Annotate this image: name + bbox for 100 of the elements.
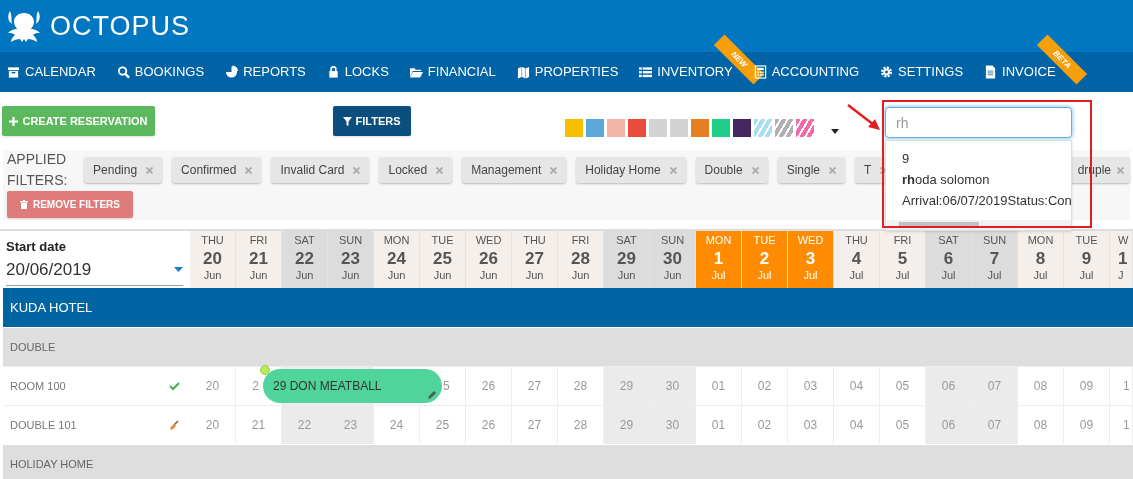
filter-chip[interactable]: Management: [462, 157, 567, 183]
day-number[interactable]: 03: [803, 377, 818, 395]
color-swatch[interactable]: [775, 119, 793, 137]
remove-filters-button[interactable]: REMOVE FILTERS: [7, 191, 133, 218]
day-number[interactable]: 29: [619, 416, 634, 434]
day-number[interactable]: 07: [987, 377, 1002, 395]
color-swatch[interactable]: [733, 119, 751, 137]
result-item[interactable]: Arrival:06/07/2019Status:Con: [902, 192, 1071, 210]
color-swatch[interactable]: [796, 119, 814, 137]
day-header: MON 1 Jul: [696, 231, 742, 288]
nav-link[interactable]: CALENDAR: [7, 62, 96, 82]
day-header: FRI 5 Jul: [880, 231, 926, 288]
day-number[interactable]: 30: [665, 377, 680, 395]
day-number[interactable]: 26: [481, 377, 496, 395]
day-number[interactable]: 06: [941, 416, 956, 434]
search-field[interactable]: rh: [885, 107, 1072, 138]
day-number[interactable]: 01: [711, 416, 726, 434]
color-swatch[interactable]: [607, 119, 625, 137]
day-number[interactable]: 30: [665, 416, 680, 434]
calculator-icon: [753, 65, 767, 79]
filters-button[interactable]: FILTERS: [333, 106, 411, 136]
day-number[interactable]: 29: [619, 377, 634, 395]
nav-link[interactable]: FINANCIAL: [409, 62, 496, 82]
nav-link[interactable]: PROPERTIES: [516, 62, 619, 82]
day-number[interactable]: 09: [1079, 377, 1094, 395]
day-number[interactable]: 24: [389, 416, 404, 434]
day-header: WED 3 Jul: [788, 231, 834, 288]
filter-chip[interactable]: Pending: [84, 157, 163, 183]
day-number[interactable]: 28: [573, 416, 588, 434]
day-header: FRI 28 Jun: [558, 231, 604, 288]
plus-icon: [9, 116, 19, 126]
color-swatch[interactable]: [628, 119, 646, 137]
day-number[interactable]: 21: [251, 416, 266, 434]
day-number[interactable]: 01: [711, 377, 726, 395]
day-number[interactable]: 05: [895, 377, 910, 395]
result-item[interactable]: 9: [902, 150, 1071, 168]
day-header: SUN 7 Jul: [972, 231, 1018, 288]
funnel-icon: [343, 116, 353, 126]
color-swatch[interactable]: [565, 119, 583, 137]
day-number[interactable]: 05: [895, 416, 910, 434]
day-number[interactable]: 04: [849, 416, 864, 434]
nav-link[interactable]: SETTINGS: [880, 62, 964, 82]
lock-icon: [326, 65, 340, 79]
color-swatch[interactable]: [754, 119, 772, 137]
color-swatch[interactable]: [712, 119, 730, 137]
color-swatch[interactable]: [670, 119, 688, 137]
nav-link[interactable]: BOOKINGS: [116, 62, 205, 82]
day-number[interactable]: 25: [435, 416, 450, 434]
filter-chip[interactable]: Single: [777, 157, 845, 183]
day-number[interactable]: 23: [343, 416, 358, 434]
day-header: MON 8 Jul: [1018, 231, 1064, 288]
day-header: SAT 29 Jun: [604, 231, 650, 288]
day-number[interactable]: 08: [1033, 377, 1048, 395]
day-number[interactable]: 1: [1123, 416, 1130, 434]
day-number[interactable]: 20: [205, 416, 220, 434]
create-reservation-button[interactable]: CREATE RESERVATION: [2, 106, 155, 136]
horizontal-scrollbar[interactable]: [886, 220, 1071, 230]
nav-link[interactable]: LOCKS: [326, 62, 389, 82]
day-number[interactable]: 09: [1079, 416, 1094, 434]
filter-chip[interactable]: Invalid Card: [271, 157, 370, 183]
nav-link[interactable]: REPORTS: [225, 62, 306, 82]
filter-chip[interactable]: Confirmed: [172, 157, 262, 183]
close-icon: [829, 166, 836, 174]
color-swatch[interactable]: [691, 119, 709, 137]
color-swatch[interactable]: [586, 119, 604, 137]
map-icon: [516, 65, 530, 79]
day-number[interactable]: 2: [252, 377, 259, 395]
color-swatch[interactable]: [649, 119, 667, 137]
room-name: ROOM 100: [10, 378, 66, 394]
filter-chip[interactable]: Holiday Home: [576, 157, 686, 183]
day-number[interactable]: 26: [481, 416, 496, 434]
search-icon: [116, 65, 130, 79]
day-number[interactable]: 20: [205, 377, 220, 395]
day-number[interactable]: 07: [987, 416, 1002, 434]
day-number[interactable]: 06: [941, 377, 956, 395]
start-date-label: Start date: [6, 238, 67, 256]
caret-down-icon: [174, 266, 183, 272]
property-name: KUDA HOTEL: [10, 298, 93, 317]
day-number[interactable]: 08: [1033, 416, 1048, 434]
close-icon: [550, 166, 558, 174]
day-number[interactable]: 27: [527, 416, 542, 434]
trash-icon: [19, 200, 28, 209]
day-header: TUE 25 Jun: [420, 231, 466, 288]
filter-chip[interactable]: Double: [695, 157, 768, 183]
day-number[interactable]: 27: [527, 377, 542, 395]
day-number[interactable]: 02: [757, 416, 772, 434]
day-header: THU 4 Jul: [834, 231, 880, 288]
day-number[interactable]: 02: [757, 377, 772, 395]
day-number[interactable]: 28: [573, 377, 588, 395]
day-header: FRI 21 Jun: [236, 231, 282, 288]
result-item[interactable]: rhoda solomon: [902, 171, 1071, 189]
day-number[interactable]: 04: [849, 377, 864, 395]
day-number[interactable]: 22: [297, 416, 312, 434]
day-number[interactable]: 1: [1123, 377, 1130, 395]
day-number[interactable]: 03: [803, 416, 818, 434]
start-date-dropdown[interactable]: 20/06/2019: [6, 256, 183, 286]
room-name: DOUBLE 101: [10, 417, 77, 433]
day-number[interactable]: 5: [443, 377, 450, 395]
settings-icon: [880, 65, 894, 79]
filter-chip[interactable]: Locked: [379, 157, 453, 183]
